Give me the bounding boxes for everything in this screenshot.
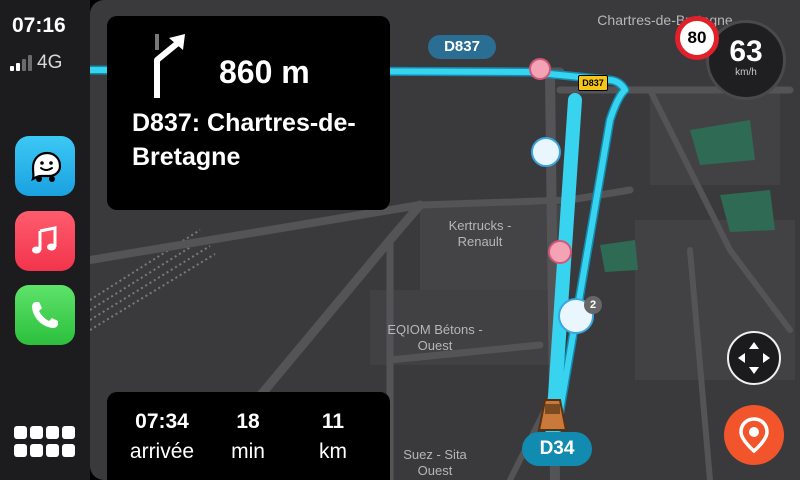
- carplay-sidebar: 07:16 4G: [0, 0, 90, 480]
- music-note-icon: [32, 226, 57, 254]
- arrival-info: 07:34 arrivée: [117, 410, 207, 464]
- current-road-pill: D34: [522, 432, 592, 466]
- map-label-poi: EQIOM Bétons - Ouest: [387, 322, 483, 353]
- cellular-status: 4G: [10, 52, 62, 74]
- phone-app-button[interactable]: [15, 285, 75, 345]
- report-pin-icon: [739, 417, 769, 454]
- trip-summary-card[interactable]: 07:34 arrivée 18 min 11 km: [107, 392, 390, 480]
- police-report-icon[interactable]: [531, 137, 561, 167]
- next-street-name: D837: Chartres-de-Bretagne: [132, 109, 356, 171]
- arrival-time: 07:34: [135, 410, 189, 433]
- report-count-badge: 2: [584, 296, 602, 314]
- duration-info: 18 min: [203, 410, 293, 464]
- map-label-poi: Kertrucks - Renault: [448, 218, 512, 249]
- distance-label: km: [319, 440, 347, 463]
- turn-instruction-card[interactable]: 860 m D837: Chartres-de-Bretagne: [107, 16, 390, 210]
- report-button[interactable]: [724, 405, 784, 465]
- speed-limit-sign: 80: [675, 16, 719, 60]
- road-shield: D837: [578, 75, 608, 91]
- speed-unit: km/h: [735, 67, 757, 78]
- duration-label: min: [231, 440, 265, 463]
- network-type: 4G: [37, 52, 63, 73]
- app-grid-icon: [14, 426, 75, 457]
- map-pan-button[interactable]: [727, 331, 781, 385]
- clock: 07:16: [12, 14, 66, 37]
- signal-bars-icon: [10, 55, 32, 71]
- hazard-report-icon[interactable]: [548, 240, 572, 264]
- trip-distance: 11: [321, 410, 345, 433]
- road-name-pill: D837: [428, 35, 496, 59]
- map-park-area: [600, 240, 638, 272]
- phone-icon: [32, 302, 58, 328]
- waze-icon: [31, 151, 62, 182]
- distance-info: 11 km: [288, 410, 378, 464]
- hazard-report-icon[interactable]: [529, 58, 551, 80]
- pan-arrows-icon: [738, 342, 770, 374]
- turn-right-arrow-icon: [154, 34, 185, 98]
- map-label-poi: Suez - Sita Ouest: [403, 447, 467, 478]
- music-app-button[interactable]: [15, 211, 75, 271]
- trip-duration: 18: [236, 410, 260, 433]
- arrival-label: arrivée: [129, 440, 195, 463]
- app-grid-button[interactable]: [14, 424, 76, 460]
- maneuver-distance: 860 m: [219, 54, 310, 90]
- waze-app-button[interactable]: [15, 136, 75, 196]
- current-speed: 63: [729, 35, 763, 68]
